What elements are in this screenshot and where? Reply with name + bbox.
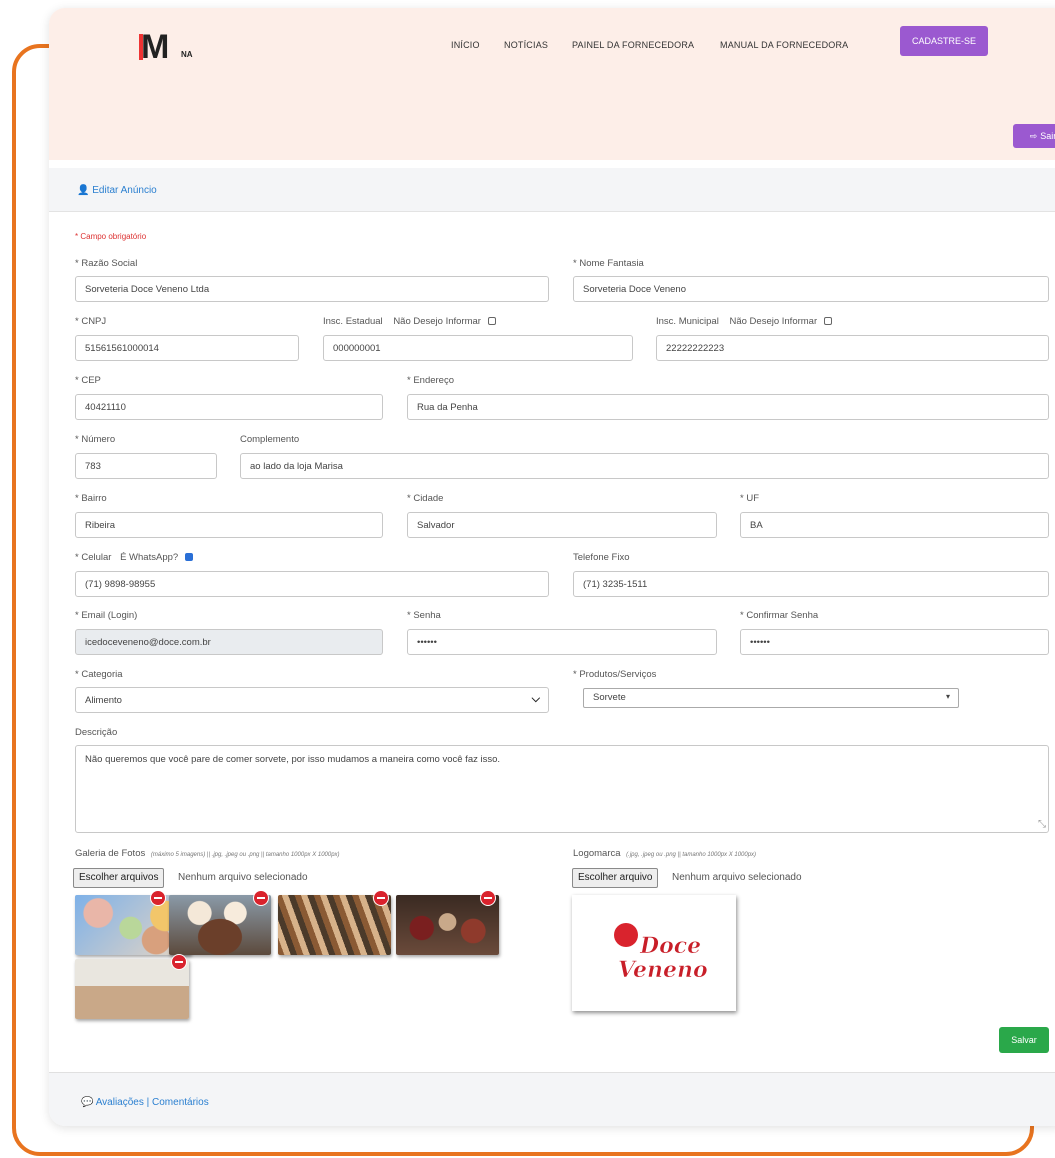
gallery-photo-5 [75, 959, 189, 1019]
insc-municipal-optout-checkbox[interactable] [823, 317, 832, 325]
logo-letter: M [141, 28, 169, 66]
celular-text: * Celular [75, 552, 112, 563]
telefone-label: Telefone Fixo [573, 552, 630, 563]
galeria-file-status: Nenhum arquivo selecionado [178, 872, 308, 883]
categoria-select[interactable]: Alimento ⌵ [75, 687, 549, 713]
nav-noticias[interactable]: NOTÍCIAS [504, 40, 548, 50]
razao-social-input[interactable]: Sorveteria Doce Veneno Ltda [75, 276, 549, 302]
logo-line-1: Doce [639, 933, 701, 959]
insc-municipal-text: Insc. Municipal [656, 316, 719, 327]
email-label: * Email (Login) [75, 610, 138, 621]
logout-label: Sair [1040, 131, 1055, 141]
sign-out-icon: ⇨ [1029, 130, 1038, 141]
remove-photo-2-icon[interactable] [253, 890, 269, 906]
complemento-input[interactable]: ao lado da loja Marisa [240, 453, 1049, 479]
doce-veneno-logo: Doce Veneno [614, 923, 708, 983]
whatsapp-checkbox[interactable] [184, 553, 193, 561]
nav-painel[interactable]: PAINEL DA FORNECEDORA [572, 40, 694, 50]
signup-button[interactable]: CADASTRE-SE [900, 26, 988, 56]
complemento-label: Complemento [240, 434, 300, 445]
edit-ad-label: Editar Anúncio [92, 185, 157, 196]
galeria-file-button[interactable]: Escolher arquivos [73, 868, 165, 888]
razao-social-label: * Razão Social [75, 258, 138, 269]
categoria-value: Alimento [85, 695, 122, 706]
remove-photo-5-icon[interactable] [171, 954, 187, 970]
confirmar-senha-label: * Confirmar Senha [740, 610, 819, 621]
uf-input[interactable]: BA [740, 512, 1049, 538]
nav-manual[interactable]: MANUAL DA FORNECEDORA [720, 40, 848, 50]
reviews-link[interactable]: 💬 Avaliações | Comentários [81, 1097, 209, 1108]
insc-municipal-label: Insc. Municipal Não Desejo Informar [656, 316, 832, 327]
telefone-input[interactable]: (71) 3235-1511 [573, 571, 1049, 597]
browser-card: M NA INÍCIO NOTÍCIAS PAINEL DA FORNECEDO… [49, 8, 1055, 1126]
uf-label: * UF [740, 493, 759, 504]
logo-small-text: NA [181, 50, 193, 59]
edit-header: 👤 Editar Anúncio [49, 168, 1055, 212]
cnpj-label: * CNPJ [75, 316, 107, 327]
comments-icon: 💬 [81, 1097, 94, 1108]
senha-input[interactable]: •••••• [407, 629, 717, 655]
logomarca-file-button[interactable]: Escolher arquivo [572, 868, 659, 888]
senha-label: * Senha [407, 610, 441, 621]
top-navbar: M NA INÍCIO NOTÍCIAS PAINEL DA FORNECEDO… [49, 8, 1055, 160]
cidade-label: * Cidade [407, 493, 444, 504]
caret-down-icon: ▾ [945, 692, 950, 701]
remove-photo-4-icon[interactable] [480, 890, 496, 906]
produtos-value: Sorvete [593, 692, 626, 703]
galeria-text: Galeria de Fotos [75, 848, 146, 859]
save-button[interactable]: Salvar [999, 1027, 1049, 1053]
logomarca-label: Logomarca (.jpg, .jpeg ou .png || tamanh… [573, 848, 756, 859]
logomarca-file-status: Nenhum arquivo selecionado [672, 872, 802, 883]
nome-fantasia-label: * Nome Fantasia [573, 258, 644, 269]
insc-estadual-optout-checkbox[interactable] [487, 317, 496, 325]
produtos-select[interactable]: Sorvete ▾ [583, 688, 959, 708]
nome-fantasia-input[interactable]: Sorveteria Doce Veneno [573, 276, 1049, 302]
nav-inicio[interactable]: INÍCIO [451, 40, 480, 50]
galeria-label: Galeria de Fotos (máximo 5 imagens) || .… [75, 848, 340, 859]
bairro-label: * Bairro [75, 493, 107, 504]
logomarca-hint: (.jpg, .jpeg ou .png || tamanho 1000px X… [626, 852, 757, 858]
insc-estadual-optout-label: Não Desejo Informar [393, 316, 481, 327]
user-icon: 👤 [77, 185, 90, 196]
chevron-down-icon: ⌵ [531, 693, 540, 705]
descricao-value: Não queremos que você pare de comer sorv… [85, 754, 501, 765]
logomarca-preview: Doce Veneno [572, 895, 736, 1011]
cep-input[interactable]: 40421110 [75, 394, 383, 420]
confirmar-senha-input[interactable]: •••••• [740, 629, 1049, 655]
reviews-footer: 💬 Avaliações | Comentários [49, 1072, 1055, 1126]
bairro-input[interactable]: Ribeira [75, 512, 383, 538]
descricao-textarea[interactable]: Não queremos que você pare de comer sorv… [75, 745, 1049, 833]
insc-estadual-text: Insc. Estadual [323, 316, 383, 327]
insc-municipal-input[interactable]: 22222222223 [656, 335, 1049, 361]
gallery-photo-3 [278, 895, 391, 955]
cnpj-input[interactable]: 51561561000014 [75, 335, 299, 361]
celular-label: * Celular É WhatsApp? [75, 552, 193, 563]
insc-estadual-input[interactable]: 000000001 [323, 335, 633, 361]
numero-input[interactable]: 783 [75, 453, 217, 479]
galeria-hint: (máximo 5 imagens) || .jpg, .jpeg ou .pn… [150, 852, 340, 858]
reviews-label: Avaliações | Comentários [95, 1097, 209, 1108]
insc-municipal-optout-label: Não Desejo Informar [729, 316, 818, 327]
logomarca-text: Logomarca [573, 848, 621, 859]
whatsapp-label: É WhatsApp? [120, 552, 179, 563]
email-input: icedoceveneno@doce.com.br [75, 629, 383, 655]
site-logo[interactable]: M NA [135, 28, 205, 68]
insc-estadual-label: Insc. Estadual Não Desejo Informar [323, 316, 496, 327]
cep-label: * CEP [75, 375, 101, 386]
resize-grip-icon[interactable]: ⤡ [1038, 819, 1046, 830]
numero-label: * Número [75, 434, 116, 445]
descricao-label: Descrição [75, 727, 118, 738]
remove-photo-1-icon[interactable] [150, 890, 166, 906]
logout-button[interactable]: ⇨ Sair [1013, 124, 1055, 148]
required-note: * Campo obrigatório [75, 232, 147, 241]
remove-photo-3-icon[interactable] [373, 890, 389, 906]
produtos-label: * Produtos/Serviços [573, 669, 657, 680]
cidade-input[interactable]: Salvador [407, 512, 717, 538]
edit-ad-link[interactable]: 👤 Editar Anúncio [77, 185, 157, 196]
endereco-input[interactable]: Rua da Penha [407, 394, 1049, 420]
celular-input[interactable]: (71) 9898-98955 [75, 571, 549, 597]
endereco-label: * Endereço [407, 375, 455, 386]
logo-line-2: Veneno [618, 957, 708, 983]
categoria-label: * Categoria [75, 669, 123, 680]
